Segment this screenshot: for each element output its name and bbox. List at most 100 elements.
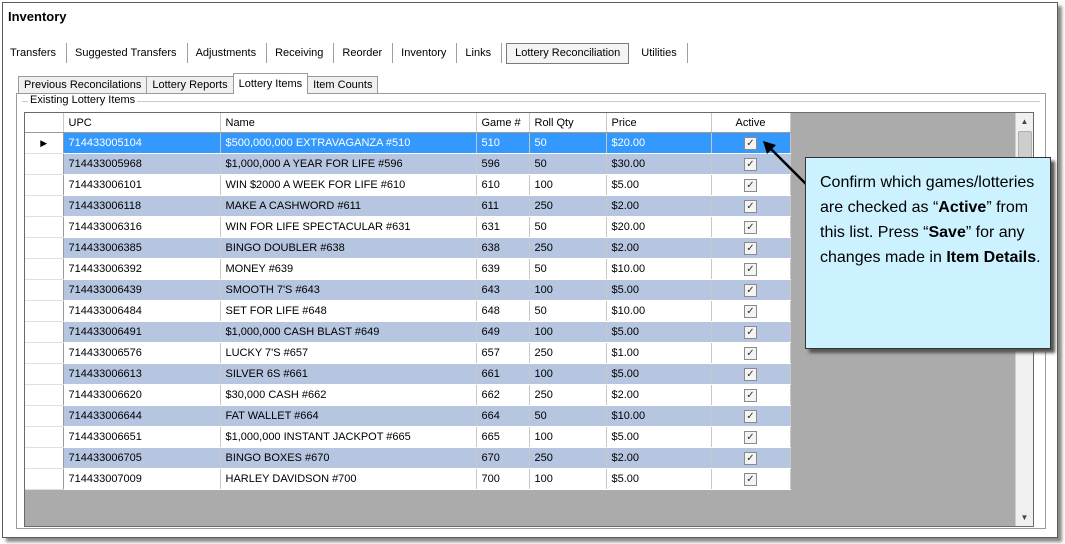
- price-cell[interactable]: $20.00: [606, 216, 712, 238]
- price-cell[interactable]: $2.00: [606, 237, 712, 259]
- game-number-cell[interactable]: 648: [476, 300, 530, 322]
- table-row[interactable]: 714433006705 BINGO BOXES #670 670 250 $2.00 ✓: [25, 447, 791, 469]
- price-cell[interactable]: $5.00: [606, 426, 712, 448]
- roll-qty-cell[interactable]: 100: [529, 321, 607, 343]
- upc-cell[interactable]: 714433006392: [63, 258, 221, 280]
- upc-cell[interactable]: 714433006439: [63, 279, 221, 301]
- table-row[interactable]: 714433005968 $1,000,000 A YEAR FOR LIFE #…: [25, 153, 791, 175]
- active-checkbox[interactable]: ✓: [744, 262, 757, 276]
- name-cell[interactable]: $1,000,000 CASH BLAST #649: [220, 321, 477, 343]
- active-checkbox[interactable]: ✓: [744, 472, 757, 486]
- price-cell[interactable]: $10.00: [606, 258, 712, 280]
- tab-adjustments[interactable]: Adjustments: [188, 43, 268, 63]
- row-header[interactable]: [25, 216, 64, 238]
- column-header-roll-qty[interactable]: Roll Qty: [529, 113, 607, 133]
- column-header-upc[interactable]: UPC: [63, 113, 221, 133]
- game-number-cell[interactable]: 700: [476, 468, 530, 490]
- active-checkbox[interactable]: ✓: [744, 430, 757, 444]
- roll-qty-cell[interactable]: 50: [529, 300, 607, 322]
- row-header[interactable]: [25, 300, 64, 322]
- price-cell[interactable]: $5.00: [606, 468, 712, 490]
- subtab-previous-reconcilations[interactable]: Previous Reconcilations: [18, 76, 148, 94]
- price-cell[interactable]: $30.00: [606, 153, 712, 175]
- roll-qty-cell[interactable]: 250: [529, 342, 607, 364]
- row-header[interactable]: [25, 237, 64, 259]
- table-row[interactable]: 714433006644 FAT WALLET #664 664 50 $10.00 ✓: [25, 405, 791, 427]
- price-cell[interactable]: $2.00: [606, 384, 712, 406]
- table-row[interactable]: 714433006385 BINGO DOUBLER #638 638 250 $2.0…: [25, 237, 791, 259]
- table-row[interactable]: ▶ 714433005104 $500,000,000 EXTRAVAGANZA #…: [25, 132, 791, 154]
- roll-qty-cell[interactable]: 100: [529, 174, 607, 196]
- subtab-lottery-items[interactable]: Lottery Items: [232, 73, 309, 94]
- upc-cell[interactable]: 714433006576: [63, 342, 221, 364]
- row-header[interactable]: ▶: [25, 132, 64, 154]
- upc-cell[interactable]: 714433006491: [63, 321, 221, 343]
- price-cell[interactable]: $20.00: [606, 132, 712, 154]
- upc-cell[interactable]: 714433005104: [63, 132, 221, 154]
- row-header[interactable]: [25, 258, 64, 280]
- game-number-cell[interactable]: 639: [476, 258, 530, 280]
- price-cell[interactable]: $1.00: [606, 342, 712, 364]
- price-cell[interactable]: $2.00: [606, 447, 712, 469]
- row-header[interactable]: [25, 363, 64, 385]
- price-cell[interactable]: $5.00: [606, 279, 712, 301]
- upc-cell[interactable]: 714433006644: [63, 405, 221, 427]
- table-row[interactable]: 714433006613 SILVER 6S #661 661 100 $5.00 ✓: [25, 363, 791, 385]
- row-header[interactable]: [25, 405, 64, 427]
- row-header[interactable]: [25, 447, 64, 469]
- roll-qty-cell[interactable]: 250: [529, 447, 607, 469]
- table-row[interactable]: 714433006484 SET FOR LIFE #648 648 50 $10.00…: [25, 300, 791, 322]
- name-cell[interactable]: $1,000,000 INSTANT JACKPOT #665: [220, 426, 477, 448]
- name-cell[interactable]: WIN $2000 A WEEK FOR LIFE #610: [220, 174, 477, 196]
- price-cell[interactable]: $2.00: [606, 195, 712, 217]
- game-number-cell[interactable]: 638: [476, 237, 530, 259]
- price-cell[interactable]: $10.00: [606, 300, 712, 322]
- roll-qty-cell[interactable]: 100: [529, 426, 607, 448]
- game-number-cell[interactable]: 670: [476, 447, 530, 469]
- game-number-cell[interactable]: 662: [476, 384, 530, 406]
- scroll-down-arrow-icon[interactable]: ▼: [1016, 509, 1033, 526]
- subtab-item-counts[interactable]: Item Counts: [307, 76, 379, 94]
- tab-inventory[interactable]: Inventory: [393, 43, 458, 63]
- row-header[interactable]: [25, 153, 64, 175]
- game-number-cell[interactable]: 643: [476, 279, 530, 301]
- row-header[interactable]: [25, 195, 64, 217]
- row-header[interactable]: [25, 321, 64, 343]
- tab-utilities[interactable]: Utilities: [633, 43, 688, 63]
- active-checkbox[interactable]: ✓: [744, 304, 757, 318]
- name-cell[interactable]: BINGO DOUBLER #638: [220, 237, 477, 259]
- name-cell[interactable]: HARLEY DAVIDSON #700: [220, 468, 477, 490]
- game-number-cell[interactable]: 510: [476, 132, 530, 154]
- roll-qty-cell[interactable]: 100: [529, 279, 607, 301]
- game-number-cell[interactable]: 661: [476, 363, 530, 385]
- table-row[interactable]: 714433006620 $30,000 CASH #662 662 250 $2.00…: [25, 384, 791, 406]
- upc-cell[interactable]: 714433006385: [63, 237, 221, 259]
- table-row[interactable]: 714433007009 HARLEY DAVIDSON #700 700 100 $5…: [25, 468, 791, 490]
- row-header[interactable]: [25, 384, 64, 406]
- active-checkbox[interactable]: ✓: [744, 136, 757, 150]
- row-header[interactable]: [25, 468, 64, 490]
- roll-qty-cell[interactable]: 50: [529, 405, 607, 427]
- active-checkbox[interactable]: ✓: [744, 409, 757, 423]
- name-cell[interactable]: SET FOR LIFE #648: [220, 300, 477, 322]
- upc-cell[interactable]: 714433006316: [63, 216, 221, 238]
- upc-cell[interactable]: 714433006705: [63, 447, 221, 469]
- roll-qty-cell[interactable]: 50: [529, 216, 607, 238]
- game-number-cell[interactable]: 657: [476, 342, 530, 364]
- active-checkbox[interactable]: ✓: [744, 241, 757, 255]
- table-row[interactable]: 714433006491 $1,000,000 CASH BLAST #649 64…: [25, 321, 791, 343]
- roll-qty-cell[interactable]: 250: [529, 195, 607, 217]
- column-header-name[interactable]: Name: [220, 113, 477, 133]
- scroll-up-arrow-icon[interactable]: ▲: [1016, 113, 1033, 130]
- roll-qty-cell[interactable]: 50: [529, 258, 607, 280]
- table-row[interactable]: 714433006392 MONEY #639 639 50 $10.00 ✓: [25, 258, 791, 280]
- upc-cell[interactable]: 714433007009: [63, 468, 221, 490]
- roll-qty-cell[interactable]: 100: [529, 468, 607, 490]
- tab-links[interactable]: Links: [457, 43, 503, 63]
- name-cell[interactable]: SILVER 6S #661: [220, 363, 477, 385]
- name-cell[interactable]: MONEY #639: [220, 258, 477, 280]
- active-checkbox[interactable]: ✓: [744, 157, 757, 171]
- tab-suggested-transfers[interactable]: Suggested Transfers: [67, 43, 188, 63]
- row-header[interactable]: [25, 174, 64, 196]
- upc-cell[interactable]: 714433005968: [63, 153, 221, 175]
